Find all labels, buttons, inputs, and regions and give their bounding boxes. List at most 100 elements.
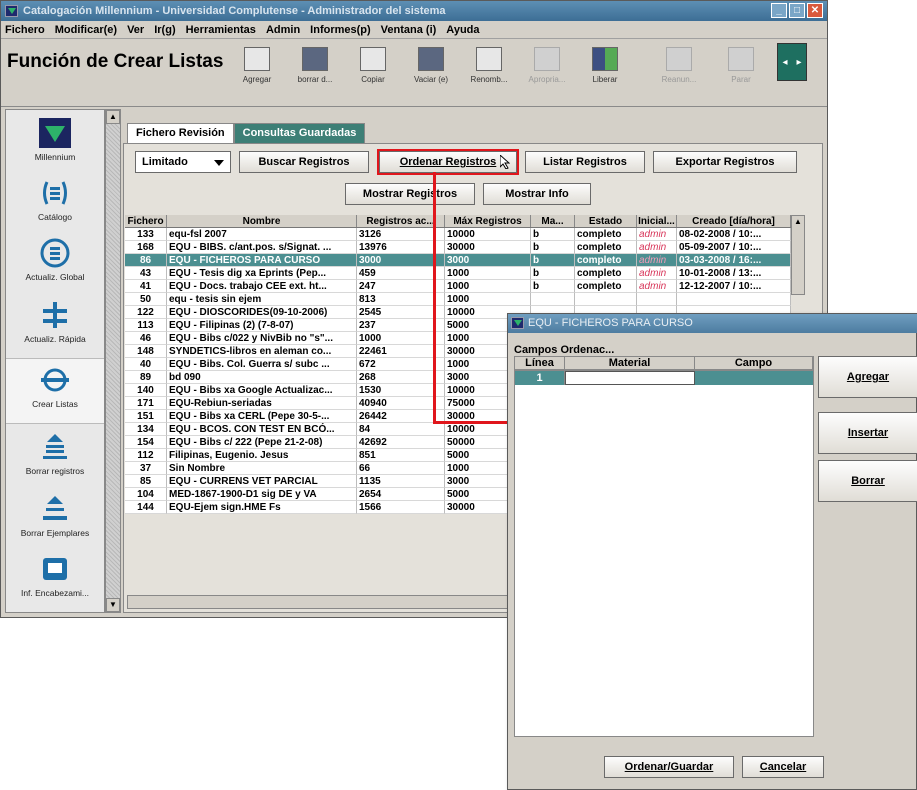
liberar-toolbar-button[interactable]: Liberar [577, 45, 633, 99]
agregar-toolbar-button[interactable]: Agregar [229, 45, 285, 99]
table-cell: 1566 [357, 501, 445, 514]
annotation-line [433, 421, 509, 424]
column-header[interactable]: Fichero [125, 215, 167, 227]
scroll-down-arrow-icon[interactable]: ▼ [106, 598, 120, 612]
copiar-toolbar-button[interactable]: Copiar [345, 45, 401, 99]
tab-consultas-guardadas[interactable]: Consultas Guardadas [233, 123, 366, 143]
reanudar-toolbar-button[interactable]: Reanun... [651, 45, 707, 99]
cancelar-button[interactable]: Cancelar [742, 756, 824, 778]
sidebar-item-catalogo[interactable]: Catálogo [6, 172, 104, 238]
sidebar-item-millennium[interactable]: Millennium [6, 112, 104, 178]
sidebar-item-crear-listas[interactable]: Crear Listas [6, 358, 104, 424]
table-cell: 50 [125, 293, 167, 306]
table-cell: 134 [125, 423, 167, 436]
renombrar-toolbar-button[interactable]: Renomb... [461, 45, 517, 99]
table-cell: 2545 [357, 306, 445, 319]
mostrar-info-button[interactable]: Mostrar Info [483, 183, 591, 205]
ordenar-guardar-button[interactable]: Ordenar/Guardar [604, 756, 734, 778]
scroll-up-arrow-icon[interactable]: ▲ [106, 110, 120, 124]
empty-icon [418, 47, 444, 71]
borrar-button[interactable]: Borrar [818, 460, 917, 502]
table-cell: SYNDETICS-libros en aleman co... [167, 345, 357, 358]
navigation-sidebar: Millennium Catálogo Actualiz. Global Act… [5, 109, 105, 613]
apropriar-toolbar-button[interactable]: Apropria... [519, 45, 575, 99]
stop-icon [728, 47, 754, 71]
table-row[interactable]: 43 EQU - Tesis dig xa Eprints (Pep... 459 1… [125, 267, 791, 280]
sidebar-item-label: Crear Listas [32, 399, 78, 409]
table-cell: 144 [125, 501, 167, 514]
sidebar-item-borrar-ejemplares[interactable]: Borrar Ejemplares [6, 488, 104, 554]
table-scrollbar[interactable]: ▲ [791, 215, 805, 295]
table-cell: Sin Nombre [167, 462, 357, 475]
table-cell: EQU - BIBS. c/ant.pos. s/Signat. ... [167, 241, 357, 254]
sidebar-item-inf-encabezamientos[interactable]: Inf. Encabezami... [6, 548, 104, 614]
sidebar-item-actualiz-rapida[interactable]: Actualiz. Rápida [6, 294, 104, 360]
column-header[interactable]: Creado [día/hora] [677, 215, 791, 227]
table-row[interactable]: 168 EQU - BIBS. c/ant.pos. s/Signat. ... 1… [125, 241, 791, 254]
table-row[interactable]: 86 EQU - FICHEROS PARA CURSO 3000 3000 b comp… [125, 254, 791, 267]
table-cell: 168 [125, 241, 167, 254]
column-header[interactable]: Registros ac... [357, 215, 445, 227]
buscar-registros-button[interactable]: Buscar Registros [239, 151, 369, 173]
close-button[interactable]: ✕ [807, 3, 823, 18]
insertar-button[interactable]: Insertar [818, 412, 917, 454]
toolbar-scroll-arrows: ◂ ▸ [777, 43, 807, 81]
table-cell: 154 [125, 436, 167, 449]
borrar-toolbar-button[interactable]: borrar d... [287, 45, 343, 99]
table-cell: 148 [125, 345, 167, 358]
mostrar-registros-button[interactable]: Mostrar Registros [345, 183, 475, 205]
table-header: Fichero Nombre Registros ac... Máx Regis… [125, 215, 791, 228]
table-cell: 84 [357, 423, 445, 436]
sidebar-item-actualiz-global[interactable]: Actualiz. Global [6, 232, 104, 298]
menu-modificar[interactable]: Modificar(e) [55, 21, 117, 38]
maximize-button[interactable]: □ [789, 3, 805, 18]
table-cell: EQU - Bibs c/ 222 (Pepe 21-2-08) [167, 436, 357, 449]
scroll-up-arrow-icon[interactable]: ▲ [792, 216, 804, 228]
delete-items-icon [39, 494, 71, 524]
menu-ayuda[interactable]: Ayuda [446, 21, 479, 38]
table-cell: completo [575, 267, 637, 280]
table-cell: 3000 [357, 254, 445, 267]
table-cell [575, 293, 637, 306]
table-cell: EQU - DIOSCORIDES(09-10-2006) [167, 306, 357, 319]
menu-informes[interactable]: Informes(p) [310, 21, 371, 38]
minimize-button[interactable]: _ [771, 3, 787, 18]
headings-report-icon [39, 554, 71, 584]
resume-icon [666, 47, 692, 71]
column-header[interactable]: Estado [575, 215, 637, 227]
material-field[interactable] [565, 371, 695, 385]
sidebar-item-borrar-registros[interactable]: Borrar registros [6, 426, 104, 492]
table-row[interactable]: 133 equ-fsl 2007 3126 10000 b completo admin 08… [125, 228, 791, 241]
toolbar-label: Renomb... [470, 75, 508, 84]
campo-field[interactable] [695, 371, 813, 385]
menu-fichero[interactable]: Fichero [5, 21, 45, 38]
exportar-registros-button[interactable]: Exportar Registros [653, 151, 797, 173]
table-row[interactable]: 50 equ - tesis sin ejem 813 1000 [125, 293, 791, 306]
table-cell: 41 [125, 280, 167, 293]
table-cell: 46 [125, 332, 167, 345]
chevron-left-icon[interactable]: ◂ [778, 44, 792, 80]
column-header[interactable]: Máx Registros [445, 215, 531, 227]
table-cell: EQU - FICHEROS PARA CURSO [167, 254, 357, 267]
vaciar-toolbar-button[interactable]: Vaciar (e) [403, 45, 459, 99]
table-row[interactable]: 41 EQU - Docs. trabajo CEE ext. ht... 247 1… [125, 280, 791, 293]
agregar-button[interactable]: Agregar [818, 356, 917, 398]
menu-ir[interactable]: Ir(g) [154, 21, 175, 38]
ordenar-registros-button[interactable]: Ordenar Registros [377, 149, 519, 175]
table-cell: 151 [125, 410, 167, 423]
listar-registros-button[interactable]: Listar Registros [525, 151, 645, 173]
limit-combo[interactable]: Limitado [135, 151, 231, 173]
parar-toolbar-button[interactable]: Parar [713, 45, 769, 99]
menu-admin[interactable]: Admin [266, 21, 300, 38]
menu-ventana[interactable]: Ventana (i) [381, 21, 437, 38]
sidebar-scrollbar[interactable]: ▲ ▼ [105, 109, 121, 613]
chevron-right-icon[interactable]: ▸ [792, 44, 806, 80]
column-header[interactable]: Ma... [531, 215, 575, 227]
column-header[interactable]: Inicial... [637, 215, 677, 227]
sort-field-row[interactable]: 1 [515, 371, 813, 385]
column-header[interactable]: Nombre [167, 215, 357, 227]
tab-fichero-revision[interactable]: Fichero Revisión [127, 123, 234, 143]
menu-ver[interactable]: Ver [127, 21, 144, 38]
menu-herramientas[interactable]: Herramientas [186, 21, 256, 38]
table-cell: completo [575, 228, 637, 241]
